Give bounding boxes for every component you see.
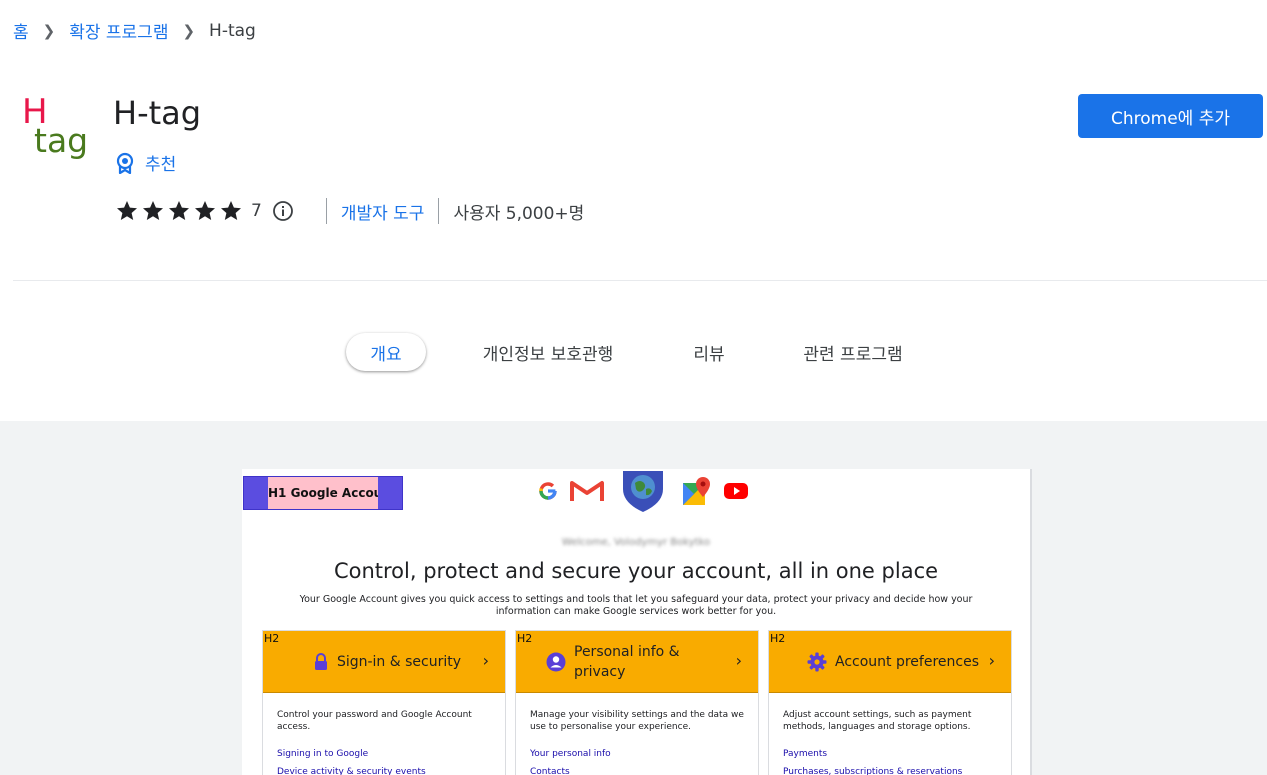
chevron-right-icon: › (988, 651, 995, 670)
rating-row: 7 개발자 도구 사용자 5,000+명 (115, 198, 584, 224)
card-link[interactable]: Device activity & security events (277, 767, 426, 775)
divider (325, 198, 327, 224)
card-title-label: Sign-in & security (336, 654, 462, 670)
breadcrumb-home[interactable]: 홈 (13, 18, 29, 43)
star-icon (169, 201, 189, 220)
star-icon (221, 201, 241, 220)
card-link[interactable]: Payments (783, 749, 827, 759)
star-icon (195, 201, 215, 220)
card-title[interactable]: Personal info & privacy (546, 631, 734, 693)
chevron-right-icon: ❯ (42, 21, 56, 40)
breadcrumb-extensions[interactable]: 확장 프로그램 (69, 18, 168, 43)
featured-label: 추천 (145, 155, 177, 175)
card-sign-in-security: H2 Sign-in & security › Control your pas… (262, 630, 506, 775)
youtube-icon (724, 483, 748, 499)
card-link[interactable]: Signing in to Google (277, 749, 368, 759)
divider (438, 198, 440, 224)
google-g-icon (539, 482, 557, 500)
add-to-chrome-button[interactable]: Chrome에 추가 (1078, 94, 1263, 138)
h2-tag-label: H2 (264, 632, 280, 645)
tab-privacy-practices[interactable]: 개인정보 보호관행 (466, 333, 630, 371)
page-title: H-tag (113, 94, 202, 132)
header-divider (13, 280, 1267, 281)
info-icon[interactable] (272, 200, 294, 222)
h1-tag-label: H1 Google Account (268, 486, 397, 500)
card-title[interactable]: Account preferences (799, 631, 987, 693)
shield-globe-icon (623, 471, 663, 512)
category-link[interactable]: 개발자 도구 (341, 199, 425, 224)
card-description: Adjust account settings, such as payment… (783, 710, 972, 732)
gmail-icon (570, 481, 604, 501)
h2-tag-label: H2 (770, 632, 786, 645)
tab-overview[interactable]: 개요 (346, 333, 426, 371)
card-personal-info-privacy: H2 Personal info & privacy › Manage your… (515, 630, 759, 775)
chevron-right-icon: › (735, 651, 742, 670)
star-icon (143, 201, 163, 220)
person-icon (546, 652, 566, 672)
star-icon (117, 201, 137, 220)
card-account-preferences: H2 Account preferences › Adjust account … (768, 630, 1012, 775)
chevron-right-icon: ❯ (182, 21, 196, 40)
rating-count[interactable]: 7 (251, 201, 262, 221)
h2-tag-label: H2 (517, 632, 533, 645)
lock-icon (314, 653, 327, 670)
card-title[interactable]: Sign-in & security (293, 631, 481, 693)
screenshot-headline: Control, protect and secure your account… (333, 559, 939, 583)
screenshot-image[interactable]: H1 Google Account Welcome, Volodymyr Bok… (242, 469, 1032, 775)
gear-icon (807, 652, 827, 672)
card-title-label: Account preferences (834, 654, 979, 670)
extension-logo: H tag (20, 95, 90, 165)
rating-stars[interactable] (115, 199, 243, 223)
screenshot-subtext: Your Google Account gives you quick acce… (299, 594, 973, 617)
welcome-text: Welcome, Volodymyr Bokytko (561, 537, 711, 548)
h1-tag-highlight: H1 Google Account (243, 476, 403, 510)
logo-text-tag: tag (34, 121, 89, 160)
breadcrumb-current: H-tag (209, 20, 256, 41)
user-count: 사용자 5,000+명 (453, 203, 585, 224)
chevron-right-icon: › (482, 651, 489, 670)
card-title-label: Personal info & privacy (574, 644, 680, 680)
card-description: Manage your visibility settings and the … (530, 710, 744, 732)
tab-related[interactable]: 관련 프로그램 (788, 333, 918, 371)
card-description: Control your password and Google Account… (277, 710, 472, 732)
breadcrumb: 홈 ❯ 확장 프로그램 ❯ H-tag (13, 18, 256, 44)
card-link[interactable]: Contacts (530, 767, 570, 775)
google-apps-row (538, 469, 748, 513)
card-link[interactable]: Your personal info (530, 749, 611, 759)
featured-ribbon-icon (116, 152, 134, 174)
tab-reviews[interactable]: 리뷰 (680, 333, 738, 371)
card-link[interactable]: Purchases, subscriptions & reservations (783, 767, 962, 775)
h1-tag-padding-left (244, 477, 268, 509)
h1-tag-padding-right (378, 477, 402, 509)
google-maps-icon (683, 477, 710, 505)
featured-badge[interactable]: 추천 (115, 150, 176, 175)
screenshot-gallery: H1 Google Account Welcome, Volodymyr Bok… (0, 421, 1267, 775)
